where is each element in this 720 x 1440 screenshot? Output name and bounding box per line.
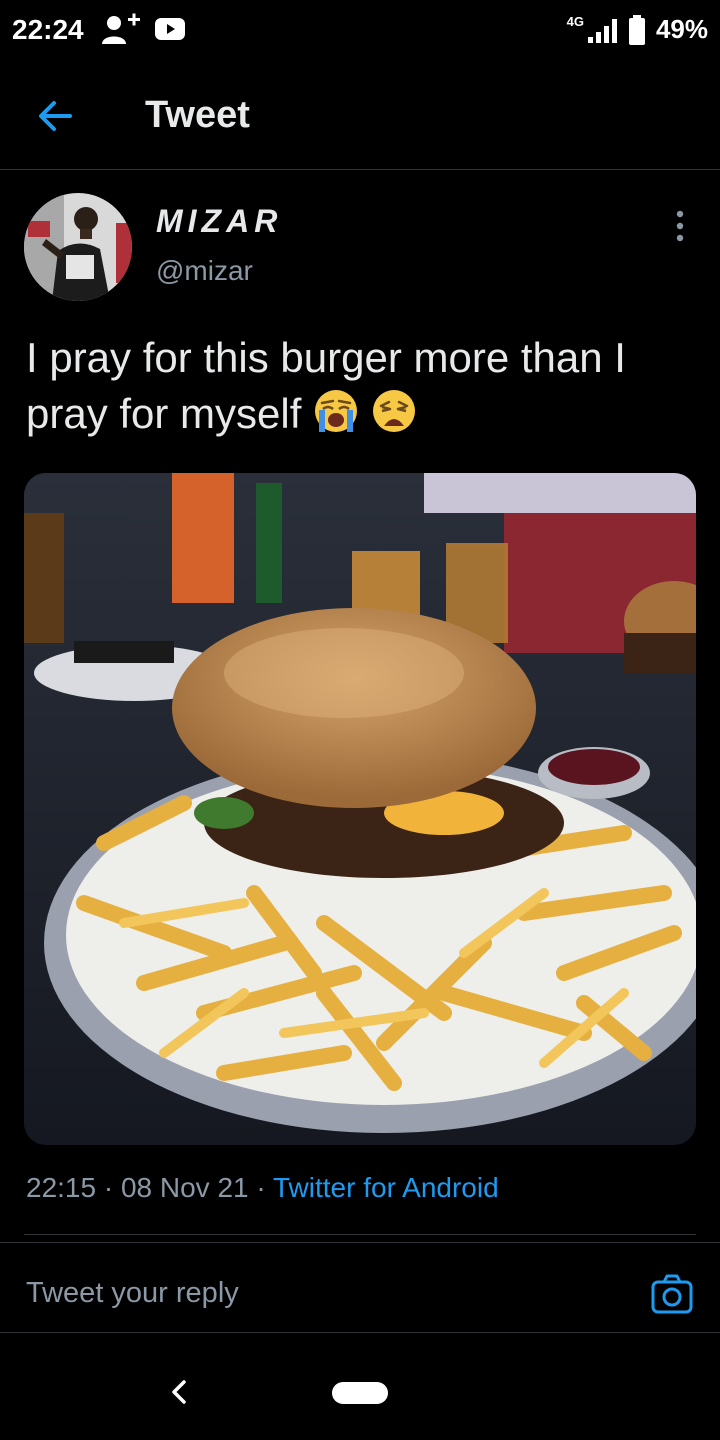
signal-icon <box>587 18 617 43</box>
battery-percent: 49% <box>655 14 708 44</box>
reply-input[interactable]: Tweet your reply <box>26 1277 239 1310</box>
tweet-text: I pray for this burger more than I pray … <box>26 330 706 442</box>
camera-icon[interactable] <box>650 1273 694 1315</box>
meta-separator: · <box>103 1172 114 1203</box>
divider <box>0 1332 720 1333</box>
status-time: 22:24 <box>12 14 84 45</box>
page-title: Tweet <box>145 94 250 136</box>
more-options-icon[interactable] <box>666 208 694 244</box>
network-label: 4G <box>566 14 584 29</box>
tweet-meta: 22:15 · 08 Nov 21 · Twitter for Android <box>26 1172 499 1204</box>
nav-back-icon[interactable] <box>168 1378 192 1406</box>
user-handle[interactable]: @mizar <box>156 255 253 287</box>
app-header: Tweet <box>0 62 720 170</box>
weary-face-emoji <box>372 390 415 432</box>
battery-icon <box>628 14 645 45</box>
nav-home-pill[interactable] <box>332 1382 388 1404</box>
tweet-time: 22:15 <box>26 1172 97 1203</box>
add-person-icon <box>102 13 140 44</box>
meta-separator: · <box>256 1172 266 1203</box>
tweet-source-link[interactable]: Twitter for Android <box>273 1172 499 1203</box>
tweet-photo[interactable] <box>24 473 696 1145</box>
back-arrow-icon[interactable] <box>30 92 82 140</box>
status-bar: 22:24 4G 49% <box>0 0 720 62</box>
tweet-date: 08 Nov 21 <box>120 1172 249 1203</box>
status-right: 4G 49% <box>567 14 708 45</box>
loudly-crying-face-emoji <box>315 390 358 432</box>
status-notification-icons <box>100 12 186 46</box>
divider <box>24 1234 696 1235</box>
avatar[interactable] <box>24 193 132 301</box>
display-name[interactable]: MIZAR <box>156 203 282 240</box>
youtube-icon <box>155 18 185 40</box>
divider <box>0 1242 720 1243</box>
